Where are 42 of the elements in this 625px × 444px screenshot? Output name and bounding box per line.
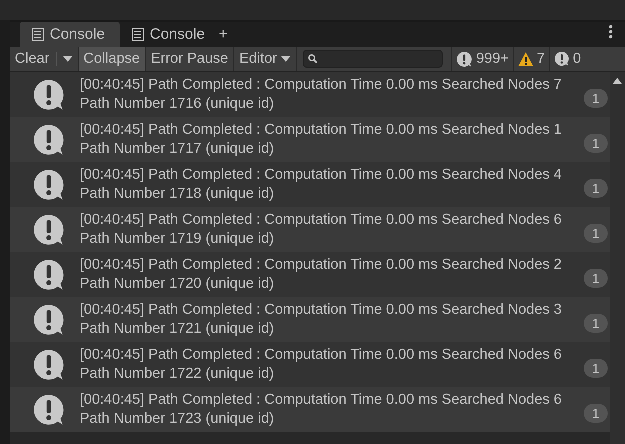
log-message: [00:40:45] Path Completed : Computation Time 0.00 ms Searched Nodes 1 Path Number 1717 (unique id): [80, 120, 563, 158]
message-count: 1: [584, 314, 608, 333]
log-message: [00:40:45] Path Completed : Computation Time 0.00 ms Searched Nodes 7 Path Number 1716 (unique id): [80, 76, 563, 114]
log-message: [00:40:45] Path Completed : Computation Time 0.00 ms Searched Nodes 3 Path Number 1721 (unique id): [80, 300, 563, 338]
message-count: 1: [584, 269, 608, 288]
message-count: 1: [584, 359, 608, 378]
log-message: [00:40:45] Path Completed : Computation Time 0.00 ms Searched Nodes 6 Path Number 1723 (unique id): [80, 390, 563, 428]
document-icon: [132, 28, 144, 41]
tab-label: Console: [50, 26, 106, 43]
log-message-icon: [32, 258, 66, 292]
scroll-up-icon[interactable]: [613, 78, 622, 84]
message-count: 1: [584, 89, 608, 108]
log-message-icon: [32, 348, 66, 382]
log-message-icon: [32, 392, 66, 426]
log-message-icon: [32, 212, 66, 246]
message-count: 1: [584, 404, 608, 423]
search-icon: [308, 54, 318, 64]
search-field[interactable]: [303, 50, 444, 68]
log-message-icon: [32, 168, 66, 202]
tab[interactable]: Console +: [120, 22, 240, 47]
add-tab-button[interactable]: +: [211, 26, 228, 43]
log-message: [00:40:45] Path Completed : Computation Time 0.00 ms Searched Nodes 6 Path Number 1722 (unique id): [80, 346, 563, 384]
log-message: [00:40:45] Path Completed : Computation Time 0.00 ms Searched Nodes 2 Path Number 1720 (unique id): [80, 256, 563, 294]
tab-label: Console: [150, 26, 206, 43]
tab[interactable]: Console: [20, 22, 120, 47]
log-message-icon: [32, 302, 66, 336]
toggle-button[interactable]: Collapse: [78, 47, 146, 71]
message-count: 1: [584, 179, 608, 198]
error-icon: [554, 51, 570, 67]
more-options-icon[interactable]: [609, 25, 613, 39]
log-message: [00:40:45] Path Completed : Computation Time 0.00 ms Searched Nodes 4 Path Number 1718 (unique id): [80, 166, 563, 204]
caret-icon: [281, 56, 292, 62]
message-count: 1: [584, 134, 608, 153]
info-icon: [456, 50, 474, 68]
scrollbar[interactable]: [610, 72, 625, 444]
caret-icon: [62, 56, 73, 62]
document-icon: [32, 28, 44, 41]
log-message-icon: [32, 78, 66, 112]
warning-icon: [518, 52, 534, 66]
log-message-icon: [32, 122, 66, 156]
log-message: [00:40:45] Path Completed : Computation Time 0.00 ms Searched Nodes 6 Path Number 1719 (unique id): [80, 210, 563, 248]
message-count: 1: [584, 224, 608, 243]
